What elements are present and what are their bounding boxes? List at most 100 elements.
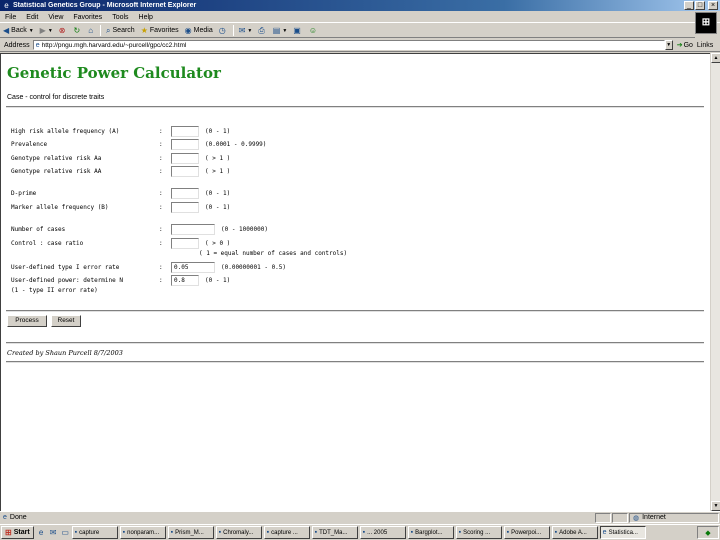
control-case-ratio-input[interactable]: [171, 237, 199, 249]
scroll-up-button[interactable]: ▲: [711, 53, 720, 63]
internet-explorer-icon: e: [4, 1, 9, 10]
window-icon: ▪: [218, 529, 222, 536]
edit-button[interactable]: ▤ ▼: [270, 25, 291, 37]
field-colon: :: [159, 140, 163, 148]
discuss-button[interactable]: ▣: [290, 25, 306, 37]
close-button[interactable]: ×: [708, 1, 718, 10]
field-colon: :: [159, 167, 163, 175]
history-button[interactable]: ◷: [216, 25, 231, 37]
window-title-bar[interactable]: e Statistical Genetics Group - Microsoft…: [0, 0, 720, 11]
refresh-button[interactable]: ↻: [70, 25, 85, 37]
task-label: nonparam...: [127, 529, 160, 536]
home-icon: ⌂: [88, 26, 94, 35]
dropdown-arrow-icon: ▼: [28, 27, 34, 34]
taskbar-item[interactable]: ▪ nonparam...: [119, 526, 166, 539]
taskbar-item[interactable]: ▪ capture ...: [263, 526, 310, 539]
start-button[interactable]: ⊞ Start: [1, 526, 34, 539]
window-icon: ▪: [410, 529, 414, 536]
address-label: Address: [4, 41, 30, 49]
d-prime-input[interactable]: [171, 187, 199, 199]
status-cell: [595, 512, 611, 523]
windows-flag-icon: ⊞: [5, 528, 12, 537]
grr-heterozygote-input[interactable]: [171, 152, 199, 164]
vertical-scrollbar[interactable]: ▲ ▼: [710, 53, 720, 511]
form-row-power: User-defined power: determine N : (0 - 1…: [11, 274, 230, 286]
window-icon: ▪: [266, 529, 270, 536]
taskbar-item-active[interactable]: e Statistica...: [599, 526, 646, 539]
globe-icon: ◍: [633, 514, 640, 522]
field-range: ( > 1 ): [205, 154, 231, 162]
edit-page-icon: ▤: [272, 26, 281, 35]
links-button[interactable]: Links: [697, 42, 713, 49]
field-label: High risk allele frequency (A): [11, 127, 120, 135]
media-button[interactable]: ◉ Media: [182, 25, 216, 37]
taskbar-item[interactable]: ▪ capture: [71, 526, 118, 539]
quicklaunch-desktop-icon[interactable]: ▭: [61, 528, 70, 537]
taskbar-item[interactable]: ▪ Chromaly...: [215, 526, 262, 539]
field-colon: :: [159, 154, 163, 162]
go-button[interactable]: ➔ Go: [677, 41, 693, 50]
taskbar-item[interactable]: ▪... 2005: [359, 526, 406, 539]
divider: [6, 342, 704, 344]
status-text: Done: [9, 514, 27, 521]
favorites-button[interactable]: ★ Favorites: [138, 25, 182, 37]
reset-button[interactable]: Reset: [51, 315, 81, 327]
quicklaunch-outlook-icon[interactable]: ✉: [49, 528, 58, 537]
forward-arrow-icon: ▶: [39, 26, 46, 35]
field-range: (0 - 1): [205, 189, 231, 197]
form-row-marker-frequency: Marker allele frequency (B) : (0 - 1): [11, 201, 230, 213]
power-input[interactable]: [171, 274, 199, 286]
menu-favorites[interactable]: Favorites: [68, 14, 107, 21]
address-input[interactable]: e http://pngu.mgh.harvard.edu/~purcell/g…: [32, 40, 665, 50]
page-title: Genetic Power Calculator: [7, 64, 221, 82]
address-dropdown-button[interactable]: ▼: [664, 40, 673, 50]
taskbar-item[interactable]: ▪ Bargplot...: [407, 526, 454, 539]
taskbar-item[interactable]: ▪ Prism_M...: [167, 526, 214, 539]
taskbar-item[interactable]: ▪ Powerpoi...: [503, 526, 550, 539]
mail-button[interactable]: ✉ ▼: [236, 25, 256, 37]
marker-frequency-input[interactable]: [171, 201, 199, 213]
credit-line: Created by Shaun Purcell 8/7/2003: [7, 349, 123, 357]
go-label: Go: [683, 41, 693, 49]
taskbar-item[interactable]: ▪ Adobe A...: [551, 526, 598, 539]
menu-view[interactable]: View: [43, 14, 68, 21]
field-range: ( > 0 ): [205, 239, 231, 247]
messenger-button[interactable]: ☺: [306, 25, 322, 37]
task-label: TDT_Ma...: [319, 529, 348, 536]
taskbar-item[interactable]: ▪ TDT_Ma...: [311, 526, 358, 539]
menu-tools[interactable]: Tools: [107, 14, 133, 21]
form-row-number-of-cases: Number of cases : (0 - 1000000): [11, 223, 268, 235]
back-button[interactable]: ◀ Back ▼: [0, 25, 37, 37]
search-button[interactable]: ⌕ Search: [103, 25, 138, 37]
field-colon: :: [159, 225, 163, 233]
menu-file[interactable]: File: [0, 14, 21, 21]
print-button[interactable]: ⎙: [255, 25, 269, 37]
field-label: Marker allele frequency (B): [11, 203, 109, 211]
system-tray[interactable]: ◆: [697, 526, 719, 539]
maximize-button[interactable]: □: [695, 1, 705, 10]
quicklaunch-ie-icon[interactable]: e: [37, 528, 46, 537]
window-icon: ▪: [122, 529, 126, 536]
menu-bar: File Edit View Favorites Tools Help ⊞: [0, 12, 720, 34]
scroll-down-button[interactable]: ▼: [711, 501, 720, 511]
home-button[interactable]: ⌂: [85, 25, 98, 37]
minimize-button[interactable]: _: [684, 1, 694, 10]
allele-frequency-input[interactable]: [171, 125, 199, 137]
stop-button[interactable]: ⊗: [56, 25, 71, 37]
number-of-cases-input[interactable]: [171, 223, 215, 235]
process-button[interactable]: Process: [7, 315, 47, 327]
menu-help[interactable]: Help: [134, 14, 158, 21]
divider: [6, 361, 704, 363]
forward-button[interactable]: ▶ ▼: [37, 25, 56, 37]
field-range: (0 - 1): [205, 127, 231, 135]
type-i-error-input[interactable]: [171, 261, 215, 273]
prevalence-input[interactable]: [171, 138, 199, 150]
taskbar-item[interactable]: ▪ Scoring ...: [455, 526, 502, 539]
grr-homozygote-input[interactable]: [171, 165, 199, 177]
field-colon: :: [159, 276, 163, 284]
ratio-note: ( 1 = equal number of cases and controls…: [199, 250, 348, 257]
field-label: Genotype relative risk Aa: [11, 154, 102, 162]
menu-edit[interactable]: Edit: [21, 14, 43, 21]
task-label: Powerpoi...: [511, 529, 542, 536]
field-label: User-defined type I error rate: [11, 263, 120, 271]
